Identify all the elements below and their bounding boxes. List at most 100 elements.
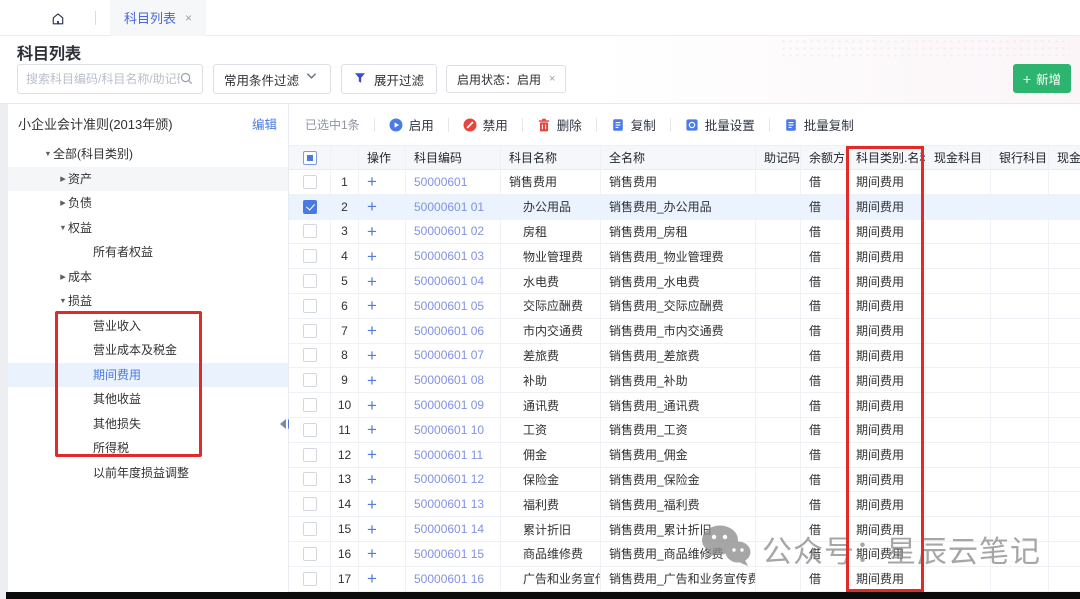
tree-item-7[interactable]: 营业收入 bbox=[8, 314, 288, 339]
batch-settings-button[interactable]: 批量设置 bbox=[685, 115, 755, 134]
search-input[interactable] bbox=[26, 72, 180, 86]
batch-copy-button[interactable]: 批量复制 bbox=[784, 115, 854, 134]
select-all-checkbox[interactable] bbox=[303, 151, 317, 165]
disable-button[interactable]: 禁用 bbox=[463, 115, 508, 134]
table-row[interactable]: 15 + 50000601 14 累计折旧 销售费用_累计折旧 借 期间费用 bbox=[289, 517, 1080, 542]
tree-item-8[interactable]: 营业成本及税金 bbox=[8, 338, 288, 363]
account-code-link[interactable]: 50000601 06 bbox=[414, 324, 484, 338]
account-code-link[interactable]: 50000601 03 bbox=[414, 249, 484, 263]
tree-arrow-icon[interactable]: ▼ bbox=[59, 290, 68, 312]
add-child-plus-icon[interactable]: + bbox=[367, 545, 377, 562]
add-child-plus-icon[interactable]: + bbox=[367, 471, 377, 488]
row-checkbox[interactable] bbox=[303, 224, 317, 238]
account-code-link[interactable]: 50000601 07 bbox=[414, 348, 484, 362]
add-child-plus-icon[interactable]: + bbox=[367, 347, 377, 364]
add-child-plus-icon[interactable]: + bbox=[367, 496, 377, 513]
account-code-link[interactable]: 50000601 16 bbox=[414, 572, 484, 586]
row-checkbox[interactable] bbox=[303, 522, 317, 536]
table-row[interactable]: 7 + 50000601 06 市内交通费 销售费用_市内交通费 借 期间费用 bbox=[289, 319, 1080, 344]
add-child-plus-icon[interactable]: + bbox=[367, 198, 377, 215]
row-checkbox[interactable] bbox=[303, 274, 317, 288]
table-row[interactable]: 4 + 50000601 03 物业管理费 销售费用_物业管理费 借 期间费用 bbox=[289, 244, 1080, 269]
account-code-link[interactable]: 50000601 05 bbox=[414, 299, 484, 313]
table-row[interactable]: 13 + 50000601 12 保险金 销售费用_保险金 借 期间费用 bbox=[289, 468, 1080, 493]
row-checkbox[interactable] bbox=[303, 572, 317, 586]
tree-item-11[interactable]: 其他损失 bbox=[8, 412, 288, 437]
account-code-link[interactable]: 50000601 01 bbox=[414, 200, 484, 214]
enable-button[interactable]: 启用 bbox=[389, 115, 434, 134]
table-row[interactable]: 5 + 50000601 04 水电费 销售费用_水电费 借 期间费用 bbox=[289, 269, 1080, 294]
add-child-plus-icon[interactable]: + bbox=[367, 521, 377, 538]
add-child-plus-icon[interactable]: + bbox=[367, 570, 377, 587]
tree-arrow-icon[interactable]: ▼ bbox=[59, 217, 68, 239]
table-row[interactable]: 14 + 50000601 13 福利费 销售费用_福利费 借 期间费用 bbox=[289, 492, 1080, 517]
add-button[interactable]: + 新增 bbox=[1013, 64, 1071, 93]
home-button[interactable] bbox=[47, 7, 69, 29]
tree-item-0[interactable]: ▼ 全部(科目类别) bbox=[8, 142, 288, 167]
expand-filter-button[interactable]: 展开过滤 bbox=[341, 64, 437, 94]
table-row[interactable]: 3 + 50000601 02 房租 销售费用_房租 借 期间费用 bbox=[289, 220, 1080, 245]
row-checkbox[interactable] bbox=[303, 398, 317, 412]
add-child-plus-icon[interactable]: + bbox=[367, 446, 377, 463]
add-child-plus-icon[interactable]: + bbox=[367, 273, 377, 290]
row-checkbox[interactable] bbox=[303, 448, 317, 462]
tree-item-3[interactable]: ▼ 权益 bbox=[8, 216, 288, 241]
table-row[interactable]: 9 + 50000601 08 补助 销售费用_补助 借 期间费用 bbox=[289, 368, 1080, 393]
row-checkbox[interactable] bbox=[303, 472, 317, 486]
tree-item-13[interactable]: 以前年度损益调整 bbox=[8, 461, 288, 486]
table-row[interactable]: 2 + 50000601 01 办公用品 销售费用_办公用品 借 期间费用 bbox=[289, 195, 1080, 220]
edit-link[interactable]: 编辑 bbox=[252, 114, 277, 133]
row-checkbox[interactable] bbox=[303, 423, 317, 437]
delete-button[interactable]: 删除 bbox=[537, 115, 582, 134]
account-code-link[interactable]: 50000601 13 bbox=[414, 497, 484, 511]
tree-item-4[interactable]: 所有者权益 bbox=[8, 240, 288, 265]
table-row[interactable]: 17 + 50000601 16 广告和业务宣传费 销售费用_广告和业务宣传费 … bbox=[289, 567, 1080, 592]
row-checkbox[interactable] bbox=[303, 497, 317, 511]
account-code-link[interactable]: 50000601 08 bbox=[414, 373, 484, 387]
tree-item-6[interactable]: ▼ 损益 bbox=[8, 289, 288, 314]
tree-arrow-icon[interactable]: ▶ bbox=[59, 168, 68, 190]
account-code-link[interactable]: 50000601 02 bbox=[414, 224, 484, 238]
row-checkbox[interactable] bbox=[303, 547, 317, 561]
table-row[interactable]: 8 + 50000601 07 差旅费 销售费用_差旅费 借 期间费用 bbox=[289, 344, 1080, 369]
filter-tag-close-icon[interactable]: × bbox=[549, 73, 555, 85]
preset-filter-select[interactable]: 常用条件过滤 bbox=[213, 64, 331, 94]
table-row[interactable]: 16 + 50000601 15 商品维修费 销售费用_商品维修费 借 期间费用 bbox=[289, 542, 1080, 567]
tree-item-5[interactable]: ▶ 成本 bbox=[8, 265, 288, 290]
table-row[interactable]: 11 + 50000601 10 工资 销售费用_工资 借 期间费用 bbox=[289, 418, 1080, 443]
tree-item-1[interactable]: ▶ 资产 bbox=[8, 167, 288, 192]
add-child-plus-icon[interactable]: + bbox=[367, 322, 377, 339]
add-child-plus-icon[interactable]: + bbox=[367, 297, 377, 314]
row-checkbox[interactable] bbox=[303, 348, 317, 362]
table-row[interactable]: 12 + 50000601 11 佣金 销售费用_佣金 借 期间费用 bbox=[289, 443, 1080, 468]
tab-subject-list[interactable]: 科目列表 × bbox=[110, 0, 206, 36]
add-child-plus-icon[interactable]: + bbox=[367, 421, 377, 438]
tree-arrow-icon[interactable]: ▶ bbox=[59, 192, 68, 214]
copy-button[interactable]: 复制 bbox=[611, 115, 656, 134]
account-code-link[interactable]: 50000601 bbox=[414, 175, 467, 189]
account-code-link[interactable]: 50000601 12 bbox=[414, 472, 484, 486]
add-child-plus-icon[interactable]: + bbox=[367, 248, 377, 265]
table-row[interactable]: 10 + 50000601 09 通讯费 销售费用_通讯费 借 期间费用 bbox=[289, 393, 1080, 418]
tree-item-9[interactable]: 期间费用 bbox=[8, 363, 288, 388]
account-code-link[interactable]: 50000601 04 bbox=[414, 274, 484, 288]
account-code-link[interactable]: 50000601 14 bbox=[414, 522, 484, 536]
row-checkbox[interactable] bbox=[303, 249, 317, 263]
search-box[interactable] bbox=[17, 64, 203, 94]
row-checkbox[interactable] bbox=[303, 175, 317, 189]
tab-close-icon[interactable]: × bbox=[185, 11, 192, 25]
account-code-link[interactable]: 50000601 10 bbox=[414, 423, 484, 437]
tree-arrow-icon[interactable]: ▼ bbox=[44, 143, 53, 165]
tree-item-12[interactable]: 所得税 bbox=[8, 436, 288, 461]
account-code-link[interactable]: 50000601 15 bbox=[414, 547, 484, 561]
row-checkbox[interactable] bbox=[303, 299, 317, 313]
row-checkbox[interactable] bbox=[303, 373, 317, 387]
add-child-plus-icon[interactable]: + bbox=[367, 397, 377, 414]
tree-item-2[interactable]: ▶ 负债 bbox=[8, 191, 288, 216]
row-checkbox[interactable] bbox=[303, 324, 317, 338]
tree-arrow-icon[interactable]: ▶ bbox=[59, 266, 68, 288]
table-row[interactable]: 6 + 50000601 05 交际应酬费 销售费用_交际应酬费 借 期间费用 bbox=[289, 294, 1080, 319]
add-child-plus-icon[interactable]: + bbox=[367, 173, 377, 190]
add-child-plus-icon[interactable]: + bbox=[367, 372, 377, 389]
add-child-plus-icon[interactable]: + bbox=[367, 223, 377, 240]
